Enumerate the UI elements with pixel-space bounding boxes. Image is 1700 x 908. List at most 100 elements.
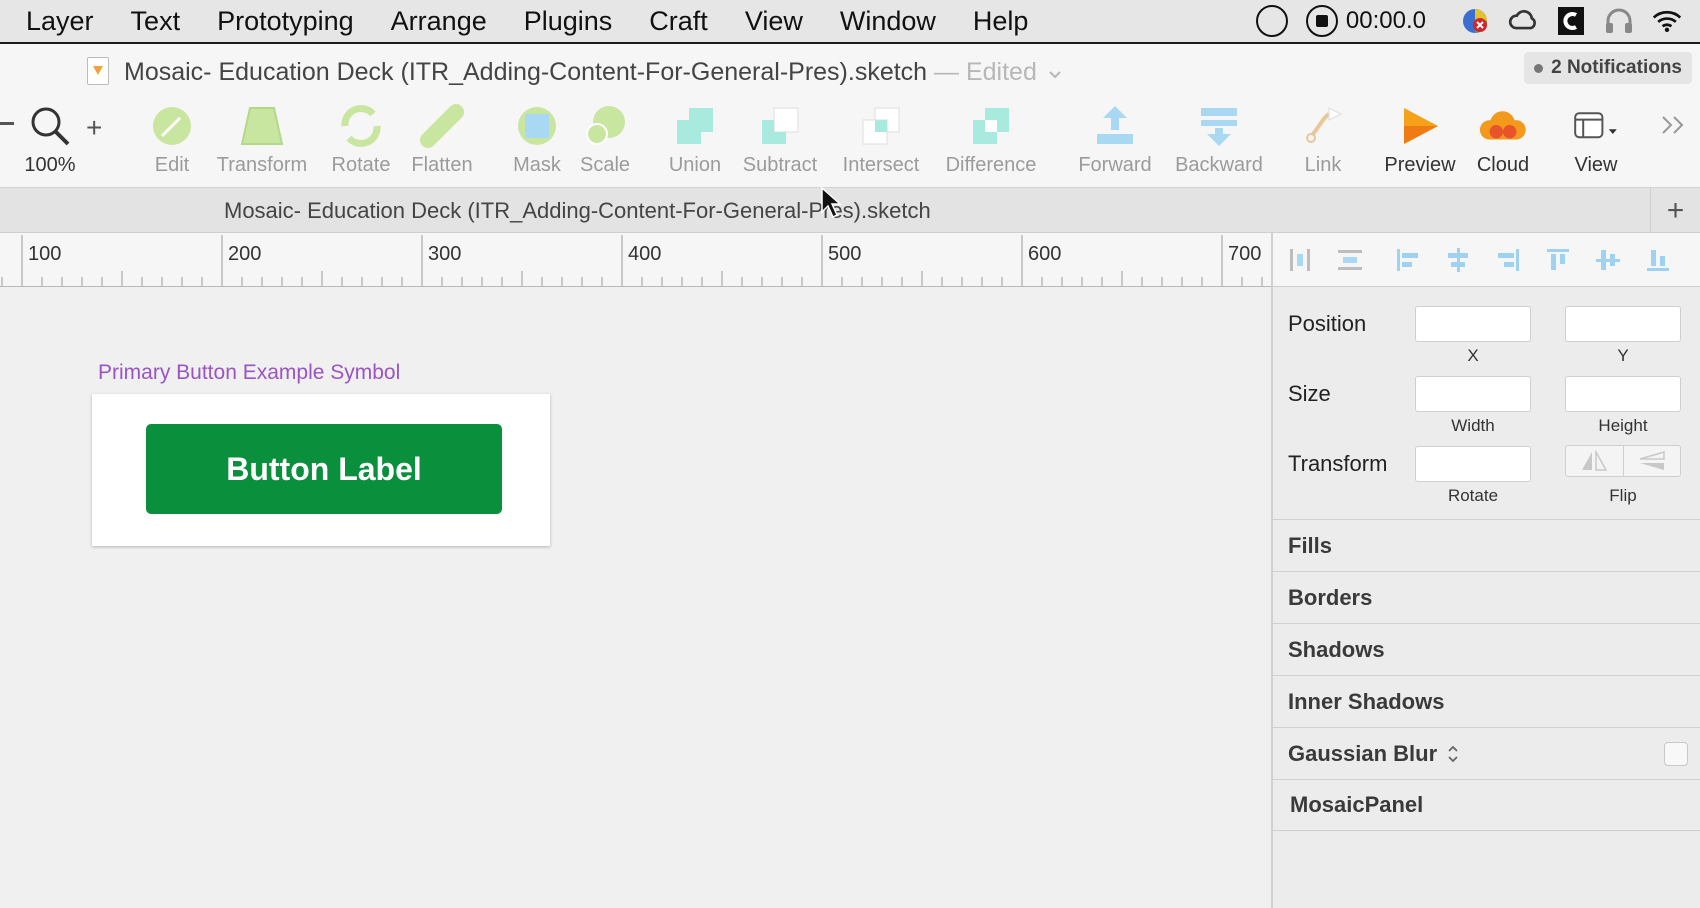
menu-bar: Layer Text Prototyping Arrange Plugins C… — [0, 0, 1700, 44]
position-y-field[interactable] — [1565, 306, 1681, 342]
mosaic-panel-section[interactable]: MosaicPanel — [1273, 779, 1700, 831]
distribute-vertical-icon[interactable] — [1335, 245, 1365, 275]
rotate-field[interactable] — [1415, 446, 1531, 482]
document-tab-bar: Mosaic- Education Deck (ITR_Adding-Conte… — [0, 188, 1700, 233]
align-horizontal-center-icon[interactable] — [1443, 245, 1473, 275]
height-label: Height — [1598, 416, 1648, 435]
flatten-tool[interactable]: Flatten — [387, 100, 497, 188]
width-field[interactable] — [1415, 376, 1531, 412]
circle-status-icon[interactable] — [1255, 5, 1288, 37]
inner-shadows-section[interactable]: Inner Shadows — [1273, 675, 1700, 727]
size-label: Size — [1288, 381, 1331, 406]
backward-tool[interactable]: Backward — [1164, 100, 1274, 188]
ruler-label-300: 300 — [428, 243, 462, 265]
menu-arrange[interactable]: Arrange — [391, 6, 487, 37]
primary-button-symbol[interactable]: Button Label — [146, 424, 502, 514]
artboard-label[interactable]: Primary Button Example Symbol — [98, 361, 400, 385]
horizontal-ruler[interactable]: 100 200 300 400 500 600 700 — [0, 233, 1271, 287]
menu-items: Layer Text Prototyping Arrange Plugins C… — [0, 6, 1039, 37]
cloud-icon — [1479, 102, 1527, 150]
subtract-tool[interactable]: Subtract — [725, 100, 835, 188]
link-icon — [1299, 102, 1347, 150]
ruler-label-100: 100 — [28, 243, 62, 265]
zoom-level: 100% — [24, 154, 76, 176]
position-x-field[interactable] — [1415, 306, 1531, 342]
subtract-label: Subtract — [742, 154, 818, 176]
alignment-bar — [1273, 233, 1700, 287]
height-field[interactable] — [1565, 376, 1681, 412]
link-tool[interactable]: Link — [1268, 100, 1378, 188]
color-wheel-icon[interactable] — [1460, 6, 1490, 36]
fills-label: Fills — [1288, 532, 1333, 558]
align-left-icon[interactable] — [1393, 245, 1423, 275]
intersect-label: Intersect — [842, 154, 920, 176]
borders-section[interactable]: Borders — [1273, 571, 1700, 623]
difference-label: Difference — [945, 154, 1037, 176]
record-stop-icon[interactable] — [1305, 5, 1338, 37]
edit-icon — [148, 102, 196, 150]
align-right-icon[interactable] — [1493, 245, 1523, 275]
align-bottom-icon[interactable] — [1643, 245, 1673, 275]
document-title[interactable]: Mosaic- Education Deck (ITR_Adding-Conte… — [124, 58, 1062, 87]
zoom-in-icon[interactable]: + — [86, 112, 102, 144]
blur-type-stepper-icon[interactable] — [1447, 744, 1459, 764]
menu-craft[interactable]: Craft — [649, 6, 708, 37]
transform-label: Transform — [1288, 451, 1388, 476]
record-timer: 00:00.0 — [1345, 7, 1426, 34]
notifications-label: 2 Notifications — [1551, 57, 1682, 78]
toolbar: 100% + Edit Transform Rotate Flatten Mas… — [0, 100, 1700, 188]
gaussian-blur-checkbox[interactable] — [1664, 741, 1688, 766]
wifi-icon[interactable] — [1652, 6, 1682, 36]
chevron-down-icon[interactable] — [1048, 70, 1062, 80]
creative-cloud-icon[interactable] — [1508, 6, 1538, 36]
align-top-icon[interactable] — [1543, 245, 1573, 275]
difference-tool[interactable]: Difference — [936, 100, 1046, 188]
notifications-button[interactable]: 2 Notifications — [1524, 52, 1692, 84]
rotate-label: Rotate — [331, 154, 391, 176]
fills-section[interactable]: Fills — [1273, 519, 1700, 571]
artboard[interactable]: Button Label — [92, 394, 550, 546]
flip-vertical-icon — [1639, 451, 1665, 470]
menu-plugins[interactable]: Plugins — [524, 6, 613, 37]
button-label: Button Label — [226, 450, 422, 487]
view-tool[interactable]: View — [1541, 100, 1651, 188]
flatten-icon — [418, 102, 466, 150]
ruler-label-200: 200 — [228, 243, 262, 265]
toolbar-overflow-icon[interactable] — [1660, 114, 1686, 141]
title-bar: Mosaic- Education Deck (ITR_Adding-Conte… — [0, 44, 1700, 100]
flip-vertical-button[interactable] — [1624, 446, 1681, 476]
intersect-icon — [857, 102, 905, 150]
flip-label: Flip — [1609, 486, 1637, 505]
canvas[interactable]: Primary Button Example Symbol Button Lab… — [0, 287, 1271, 908]
align-vertical-center-icon[interactable] — [1593, 245, 1623, 275]
forward-tool[interactable]: Forward — [1060, 100, 1170, 188]
menu-prototyping[interactable]: Prototyping — [217, 6, 354, 37]
menu-window[interactable]: Window — [840, 6, 936, 37]
inspector-panel: Position X Y Size Width Height Transform… — [1271, 233, 1700, 908]
transform-tool[interactable]: Transform — [207, 100, 317, 188]
distribute-horizontal-icon[interactable] — [1285, 245, 1315, 275]
rotate-icon — [337, 102, 385, 150]
menu-text[interactable]: Text — [131, 6, 181, 37]
link-label: Link — [1304, 154, 1342, 176]
position-label: Position — [1288, 311, 1367, 336]
gaussian-blur-section[interactable]: Gaussian Blur — [1273, 727, 1700, 779]
backward-icon — [1195, 102, 1243, 150]
app-c-icon[interactable] — [1556, 6, 1586, 36]
ruler-label-600: 600 — [1028, 243, 1062, 265]
borders-label: Borders — [1288, 584, 1373, 610]
flip-horizontal-button[interactable] — [1566, 446, 1624, 476]
menu-view[interactable]: View — [745, 6, 803, 37]
union-icon — [671, 102, 719, 150]
view-label: View — [1574, 154, 1618, 176]
shadows-section[interactable]: Shadows — [1273, 623, 1700, 675]
menu-help[interactable]: Help — [973, 6, 1029, 37]
headphones-icon[interactable] — [1604, 6, 1634, 36]
add-tab-button[interactable]: + — [1650, 188, 1700, 233]
document-name: Mosaic- Education Deck (ITR_Adding-Conte… — [124, 58, 928, 86]
mosaic-panel-label: MosaicPanel — [1290, 792, 1424, 817]
menu-layer[interactable]: Layer — [26, 6, 94, 37]
intersect-tool[interactable]: Intersect — [826, 100, 936, 188]
mouse-cursor-icon — [821, 186, 842, 219]
ruler-label-500: 500 — [828, 243, 862, 265]
